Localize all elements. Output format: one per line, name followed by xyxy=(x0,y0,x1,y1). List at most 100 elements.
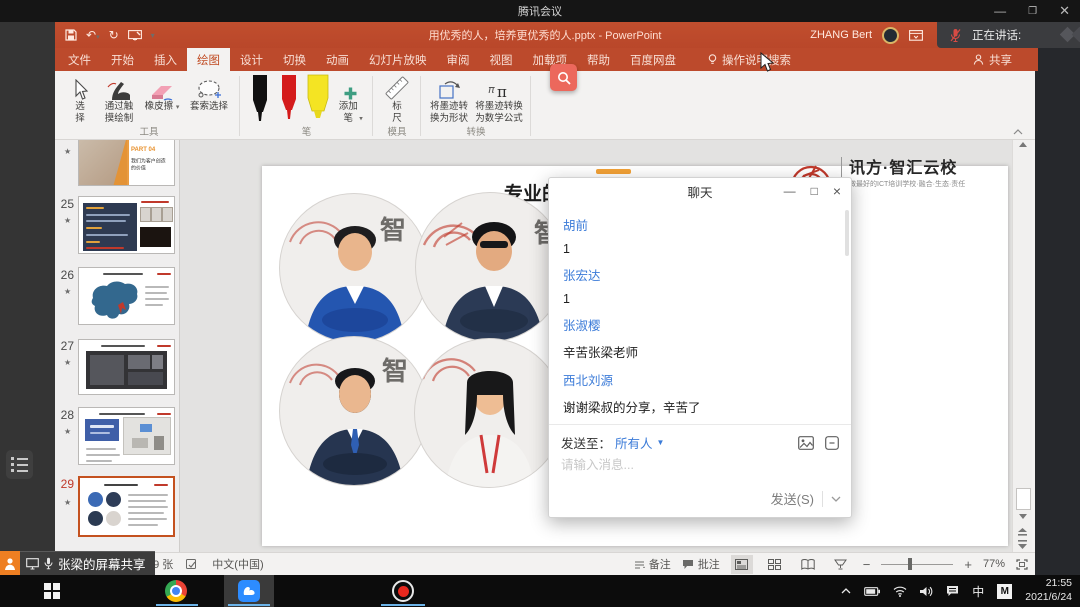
ime-chinese-indicator[interactable]: 中 xyxy=(972,583,984,600)
tray-expand-icon[interactable] xyxy=(841,588,851,594)
notes-toggle[interactable]: 备注 xyxy=(634,556,671,572)
share-button[interactable]: 共享 xyxy=(963,48,1022,71)
deco-cert xyxy=(162,207,173,222)
ink-to-shape-button[interactable]: 将墨迹转换为形状 xyxy=(426,74,472,125)
thumbnail-slide-24[interactable]: PART 04 我们为客户创造的价值 xyxy=(78,140,175,186)
tab-file[interactable]: 文件 xyxy=(58,48,101,71)
lasso-select-button[interactable]: 套索选择 xyxy=(183,74,235,114)
pen-highlighter-yellow[interactable] xyxy=(303,74,332,120)
select-tool-button[interactable]: 选择 xyxy=(63,74,97,125)
collapse-ribbon-icon[interactable] xyxy=(1013,129,1023,135)
tab-slideshow[interactable]: 幻灯片放映 xyxy=(359,48,437,71)
scroll-up-icon[interactable] xyxy=(1016,142,1029,147)
undo-icon[interactable]: ↶▾ xyxy=(86,28,100,42)
pen-black[interactable] xyxy=(245,74,274,122)
battery-icon[interactable] xyxy=(864,587,880,596)
thumbnail-slide-25[interactable] xyxy=(78,196,175,254)
thumbnail-slide-26[interactable] xyxy=(78,267,175,325)
thumbnail-slide-27[interactable] xyxy=(78,339,175,395)
pen-red[interactable] xyxy=(274,74,303,120)
chrome-icon[interactable] xyxy=(165,580,187,602)
thumbnail-slide-28[interactable] xyxy=(78,407,175,465)
tell-me-search[interactable]: 操作说明搜索 xyxy=(698,48,801,71)
tab-draw[interactable]: 绘图 xyxy=(187,48,230,71)
chat-message-list[interactable]: 胡前 1 张宏达 1 张淑樱 辛苦张梁老师 西北刘源 谢谢梁叔的分享，辛苦了 总… xyxy=(549,204,851,425)
normal-view-button[interactable] xyxy=(731,555,753,574)
tab-insert[interactable]: 插入 xyxy=(144,48,187,71)
zoom-out-button[interactable]: − xyxy=(863,557,871,572)
annotation-magnifier-badge[interactable] xyxy=(550,64,577,91)
tab-review[interactable]: 审阅 xyxy=(437,48,480,71)
spellcheck-icon[interactable] xyxy=(186,558,199,570)
tab-view[interactable]: 视图 xyxy=(480,48,523,71)
ppt-user-name[interactable]: ZHANG Bert xyxy=(810,29,872,41)
svg-text:π: π xyxy=(488,83,495,96)
minimize-icon[interactable]: — xyxy=(994,4,1006,18)
comments-toggle[interactable]: 批注 xyxy=(682,556,720,572)
chat-maximize-icon[interactable]: □ xyxy=(811,184,818,198)
previous-slide-icon[interactable] xyxy=(1016,528,1029,537)
tab-baidu-pan[interactable]: 百度网盘 xyxy=(620,48,686,71)
chat-header[interactable]: 聊天 — □ × xyxy=(549,178,851,204)
logo-subtitle: 做最好的ICT培训学校·融合·生态·责任 xyxy=(849,179,965,189)
tab-home[interactable]: 开始 xyxy=(101,48,144,71)
scroll-down-icon[interactable] xyxy=(1016,514,1029,519)
save-icon[interactable] xyxy=(65,29,77,41)
member-avatar-icon[interactable] xyxy=(0,551,20,575)
eraser-button[interactable]: 橡皮擦 ▾ xyxy=(141,74,183,114)
customize-qat-icon[interactable]: ▾ xyxy=(151,31,155,40)
tab-help[interactable]: 帮助 xyxy=(577,48,620,71)
add-pen-button[interactable]: 添加笔▾ xyxy=(332,80,368,125)
notification-icon[interactable] xyxy=(946,585,959,597)
redo-icon[interactable]: ↻ xyxy=(109,28,119,42)
comment-icon xyxy=(682,559,694,570)
start-button[interactable] xyxy=(44,583,60,599)
zoom-in-button[interactable]: + xyxy=(964,557,972,572)
reading-view-button[interactable] xyxy=(797,555,819,574)
chat-minimize-icon[interactable]: — xyxy=(784,184,796,198)
maximize-icon[interactable]: ❐ xyxy=(1028,6,1037,17)
wifi-icon[interactable] xyxy=(893,586,907,597)
speaker-icon[interactable] xyxy=(920,586,933,597)
tencent-meeting-taskbar-button[interactable] xyxy=(224,575,274,607)
send-options-caret-icon[interactable] xyxy=(831,496,841,502)
ruler-button[interactable]: 标尺 xyxy=(378,74,416,125)
chat-message-input[interactable] xyxy=(549,452,781,472)
clock[interactable]: 21:55 2021/6/24 xyxy=(1025,577,1072,604)
notes-list-icon[interactable] xyxy=(6,450,33,479)
send-to-selector[interactable]: 所有人 xyxy=(615,433,653,452)
close-icon[interactable]: ✕ xyxy=(1059,3,1070,19)
slideshow-view-button[interactable] xyxy=(830,555,852,574)
tab-design[interactable]: 设计 xyxy=(230,48,273,71)
ribbon-group-tools: 选择 通过触摸绘制 橡皮擦 ▾ 套索选择 工具 xyxy=(58,72,240,139)
ink-to-math-button[interactable]: ππ 将墨迹转换为数学公式 xyxy=(472,74,526,125)
animation-star-icon: ★ xyxy=(64,498,71,507)
thumbnail-slide-29-selected[interactable] xyxy=(78,476,175,537)
chat-scrollbar[interactable] xyxy=(845,210,849,256)
next-slide-icon[interactable] xyxy=(1016,540,1029,549)
slide-vertical-scrollbar[interactable] xyxy=(1012,140,1032,552)
ribbon-display-options-icon[interactable] xyxy=(909,30,923,41)
zoom-slider[interactable] xyxy=(881,558,953,570)
recorder-icon[interactable] xyxy=(392,580,414,602)
ime-mode-indicator[interactable]: M xyxy=(997,584,1012,599)
screen-icon xyxy=(26,558,39,570)
animation-star-icon: ★ xyxy=(64,287,71,296)
scrollbar-thumb[interactable] xyxy=(1016,488,1031,510)
send-button[interactable]: 发送(S) xyxy=(771,489,814,508)
tab-animations[interactable]: 动画 xyxy=(316,48,359,71)
tab-transitions[interactable]: 切换 xyxy=(273,48,316,71)
send-image-icon[interactable] xyxy=(798,436,814,450)
chat-footer: 发送至： 所有人 ▼ 发送(S) xyxy=(549,424,851,517)
draw-with-touch-button[interactable]: 通过触摸绘制 xyxy=(97,74,141,125)
slide-sorter-view-button[interactable] xyxy=(764,555,786,574)
start-slideshow-icon[interactable] xyxy=(128,30,142,41)
send-to-caret-icon[interactable]: ▼ xyxy=(657,438,665,447)
chat-close-icon[interactable]: × xyxy=(833,183,841,199)
user-avatar[interactable] xyxy=(882,27,899,44)
deco-divider xyxy=(822,491,823,507)
fit-to-window-icon[interactable] xyxy=(1016,559,1028,570)
screenshot-icon[interactable] xyxy=(825,436,839,450)
zoom-level[interactable]: 77% xyxy=(983,558,1005,570)
language-indicator[interactable]: 中文(中国) xyxy=(212,556,263,572)
